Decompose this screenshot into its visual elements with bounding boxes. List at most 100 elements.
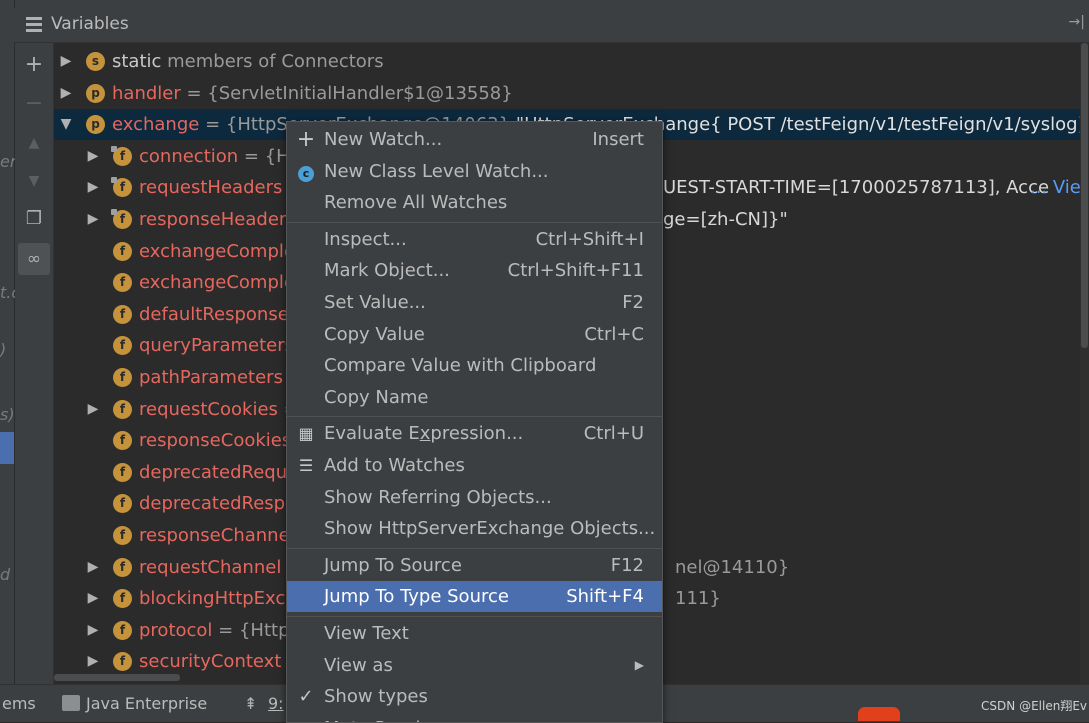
view-link[interactable]: ... View	[1030, 172, 1080, 203]
tree-row-text: responseChannel	[139, 520, 295, 551]
menu-item-copy-name[interactable]: Copy Name	[287, 382, 662, 413]
expand-arrow-icon[interactable]: ▶	[86, 141, 100, 172]
menu-item-copy-value[interactable]: Copy Value Ctrl+C	[287, 319, 662, 350]
menu-item-label: Jump To Source	[324, 554, 462, 576]
menu-item-inspect[interactable]: Inspect... Ctrl+Shift+I	[287, 224, 662, 255]
menu-item-new-class-level-watch[interactable]: c New Class Level Watch...	[287, 156, 662, 187]
copy-icon[interactable]: ❐	[18, 203, 50, 235]
menu-item-label: Show types	[324, 686, 428, 708]
variable-name: securityContext	[139, 651, 282, 673]
variable-name: blockingHttpExch	[139, 588, 297, 610]
variable-name: exchange	[112, 114, 200, 136]
menu-item-label: New Class Level Watch...	[324, 160, 549, 182]
menu-item-view-text[interactable]: View Text	[287, 618, 662, 649]
class-watch-icon: c	[296, 156, 316, 187]
field-badge-icon: f	[113, 336, 132, 356]
variables-panel-header: Variables →|	[14, 8, 1089, 43]
field-badge-icon: f	[113, 620, 132, 640]
tree-row[interactable]: ▶ s static members of Connectors	[54, 46, 1080, 77]
menu-item-remove-all-watches[interactable]: Remove All Watches	[287, 187, 662, 218]
menu-item-new-watch[interactable]: + New Watch... Insert	[287, 124, 662, 155]
move-down-icon[interactable]: ▼	[18, 165, 50, 197]
variable-name: responseHeaders	[139, 209, 296, 230]
items-tab[interactable]: ems	[2, 694, 36, 713]
expand-arrow-icon[interactable]: ▶	[86, 172, 100, 203]
menu-item-mute-renderers[interactable]: Mute Renderers	[287, 713, 662, 722]
expand-arrow-icon[interactable]: ▶	[59, 78, 73, 109]
hide-panel-icon[interactable]: →|	[1069, 14, 1085, 30]
move-up-icon[interactable]: ▲	[18, 127, 50, 159]
menu-item-shortcut: Insert	[592, 129, 644, 150]
add-watch-icon[interactable]: +	[18, 49, 50, 81]
gutter-text-fragment: s)	[0, 405, 15, 424]
variable-name: defaultResponse	[139, 303, 289, 325]
menu-item-label: Evaluate Expression...	[324, 423, 524, 445]
variable-name: requestHeaders	[139, 177, 283, 199]
field-badge-icon: f	[111, 145, 132, 166]
expand-arrow-icon[interactable]: ▶	[86, 552, 100, 583]
glasses-icon[interactable]: ∞	[18, 243, 50, 275]
field-badge-icon: f	[113, 368, 132, 387]
field-badge-icon: f	[113, 589, 132, 609]
variable-value-tail: ge=[zh-CN]}"	[663, 209, 788, 230]
add-watches-icon: ☰	[298, 456, 314, 475]
menu-item-label: Mute Renderers	[324, 713, 466, 722]
tree-row-text: static members of Connectors	[112, 46, 384, 77]
tree-row-text: requestHeaders	[139, 172, 282, 203]
expand-arrow-icon[interactable]: ▶	[86, 583, 100, 614]
menu-item-shortcut: F12	[610, 554, 644, 576]
calculator-icon: ▦	[298, 424, 314, 444]
variable-name: requestChannel	[139, 556, 282, 578]
remove-watch-icon[interactable]: −	[18, 88, 50, 120]
menu-item-shortcut: Shift+F4	[566, 586, 644, 608]
tree-row-text: responseHeaders	[139, 204, 296, 235]
tree-row-text: deprecatedRequ	[139, 457, 287, 488]
menu-item-show-httpserverexchange-objects[interactable]: Show HttpServerExchange Objects...	[287, 513, 662, 544]
menu-item-evaluate-expression[interactable]: ▦ Evaluate Expression... Ctrl+U	[287, 418, 662, 449]
variable-name: exchangeComple	[139, 240, 295, 262]
tree-row-text: defaultResponse	[139, 299, 289, 330]
menu-item-label: Jump To Type Source	[324, 586, 509, 608]
menu-item-mark-object[interactable]: Mark Object... Ctrl+Shift+F11	[287, 255, 662, 286]
csdn-logo	[858, 707, 900, 721]
menu-item-add-to-watches[interactable]: ☰ Add to Watches	[287, 450, 662, 481]
expand-arrow-icon[interactable]: ▶	[86, 204, 100, 235]
tree-row[interactable]: ▶ p handler = {ServletInitialHandler$1@135…	[54, 78, 1080, 109]
field-badge-icon: f	[113, 652, 132, 672]
field-badge-icon: f	[113, 494, 132, 514]
hamburger-icon[interactable]	[26, 17, 42, 33]
variable-name: handler	[112, 82, 181, 104]
variable-value: = {ServletInitialHandler$1@13558}	[180, 82, 513, 104]
collapse-arrow-icon[interactable]: ▼	[59, 109, 73, 140]
variable-name: protocol	[139, 619, 213, 641]
field-badge-icon: f	[111, 209, 132, 229]
field-badge-icon: f	[113, 399, 132, 419]
variable-name: pathParameters	[139, 367, 283, 388]
parameter-badge-icon: p	[86, 115, 105, 135]
java-enterprise-icon	[62, 695, 80, 711]
tab-9[interactable]: 9:	[268, 694, 284, 713]
menu-item-compare-value-with-clipboard[interactable]: Compare Value with Clipboard	[287, 350, 662, 381]
expand-arrow-icon[interactable]: ▶	[59, 46, 73, 77]
menu-item-label: Mark Object...	[324, 260, 450, 282]
menu-item-jump-to-source[interactable]: Jump To Source F12	[287, 550, 662, 581]
variable-name: queryParameters	[139, 335, 294, 357]
expand-arrow-icon[interactable]: ▶	[86, 394, 100, 425]
variable-name: static	[112, 51, 162, 72]
menu-item-show-types[interactable]: ✓ Show types	[287, 681, 662, 712]
menu-item-set-value[interactable]: Set Value... F2	[287, 287, 662, 318]
java-enterprise-tab[interactable]: Java Enterprise	[86, 694, 207, 713]
vertical-scrollbar[interactable]	[1080, 43, 1089, 684]
menu-item-shortcut: Ctrl+U	[583, 423, 644, 445]
expand-arrow-icon[interactable]: ▶	[86, 615, 100, 646]
variable-name: exchangeComple	[139, 272, 295, 294]
variable-value-tail: nel@14110}	[675, 556, 790, 578]
variables-toolbar: + − ▲ ▼ ❐ ∞	[15, 43, 54, 684]
tree-row-text: connection = {Htt	[139, 141, 304, 172]
panel-title: Variables	[51, 14, 129, 34]
menu-item-jump-to-type-source[interactable]: Jump To Type Source Shift+F4	[287, 581, 662, 613]
variable-name: deprecatedRequ	[139, 461, 288, 483]
menu-item-show-referring-objects[interactable]: Show Referring Objects...	[287, 482, 662, 513]
menu-item-label: Add to Watches	[324, 455, 465, 476]
menu-item-view-as[interactable]: View as ▶	[287, 650, 662, 681]
